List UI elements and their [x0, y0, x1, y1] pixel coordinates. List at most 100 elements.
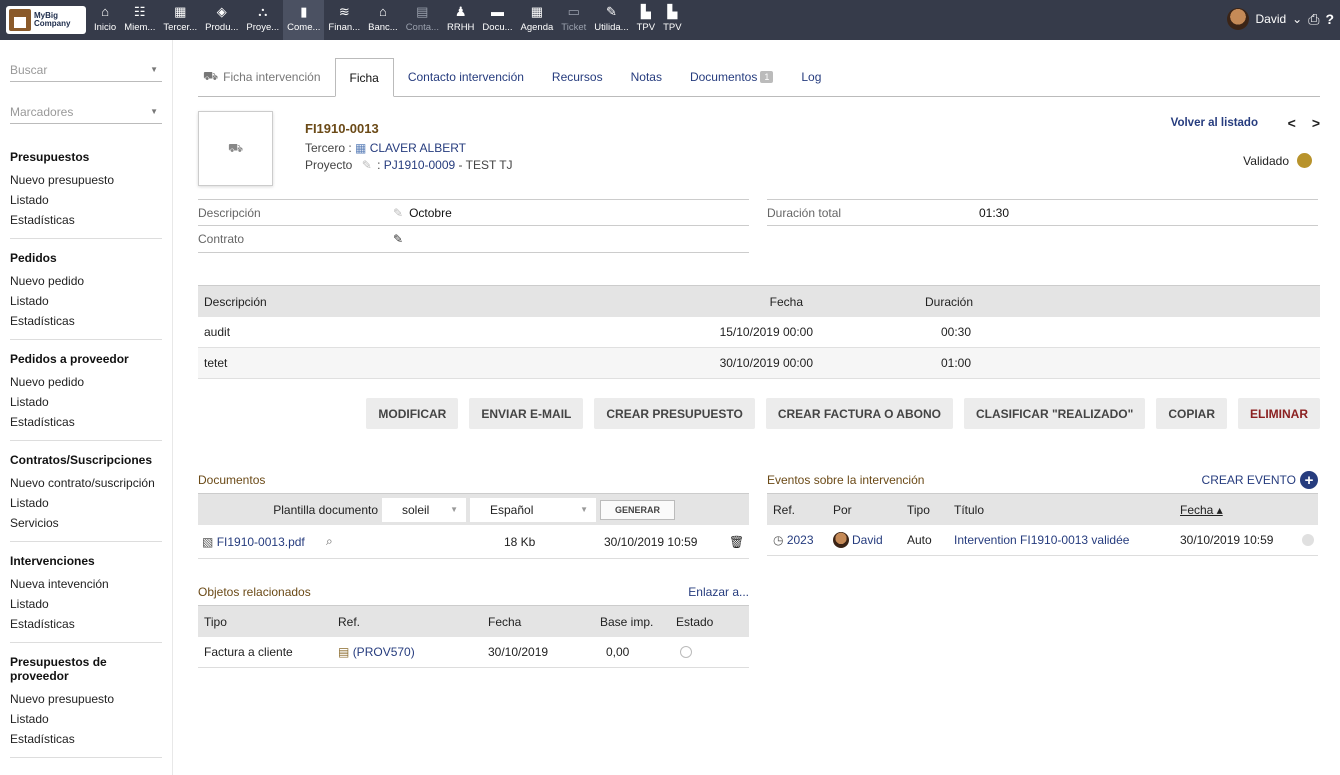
- sidebar-item[interactable]: Estadísticas: [10, 729, 162, 749]
- proyecto-link[interactable]: PJ1910-0009: [384, 158, 455, 172]
- documents-count-badge: 1: [760, 71, 774, 83]
- print-icon[interactable]: ⎙: [1308, 11, 1319, 28]
- tab-recursos[interactable]: Recursos: [538, 58, 617, 96]
- related-objects-title: Objetos relacionados: [198, 585, 311, 599]
- dropdown-arrow-icon: ▼: [580, 505, 588, 514]
- sidebar-item[interactable]: Nuevo pedido: [10, 271, 162, 291]
- create-quote-button[interactable]: CREAR PRESUPUESTO: [594, 398, 755, 429]
- language-select[interactable]: Español ▼: [470, 497, 596, 522]
- field-table: Descripción ✎ Octobre Contrato ✎ Duració…: [198, 199, 1320, 253]
- menu-item-2[interactable]: ▦ Tercer...: [159, 0, 201, 40]
- sidebar-heading[interactable]: Pedidos: [10, 251, 162, 265]
- menu-item-14[interactable]: ▙ TPV: [633, 0, 659, 40]
- sidebar-item[interactable]: Estadísticas: [10, 210, 162, 230]
- menu-item-13[interactable]: ✎ Utilida...: [590, 0, 632, 40]
- tab-documentos[interactable]: Documentos 1: [676, 58, 787, 96]
- table-row: tetet 30/10/2019 00:00 01:00: [198, 348, 1320, 379]
- menu-item-5[interactable]: ▮ Come...: [283, 0, 325, 40]
- help-icon[interactable]: ?: [1325, 11, 1334, 27]
- menu-item-12[interactable]: ▭ Ticket: [557, 0, 590, 40]
- menu-label: Conta...: [405, 22, 439, 33]
- menu-item-6[interactable]: ≋ Finan...: [324, 0, 364, 40]
- copy-button[interactable]: COPIAR: [1156, 398, 1227, 429]
- previous-record-icon[interactable]: <: [1288, 115, 1296, 131]
- sidebar-heading[interactable]: Intervenciones: [10, 554, 162, 568]
- back-to-list-link[interactable]: Volver al listado: [1171, 117, 1258, 129]
- trash-icon[interactable]: 🗑: [729, 535, 744, 549]
- tab-ficha-intervencion[interactable]: ⛟ Ficha intervención: [198, 58, 335, 96]
- sidebar-item[interactable]: Listado: [10, 190, 162, 210]
- sidebar-item[interactable]: Listado: [10, 709, 162, 729]
- tab-contacto[interactable]: Contacto intervención: [394, 58, 538, 96]
- pencil-icon[interactable]: ✎: [393, 206, 403, 220]
- sidebar-item[interactable]: Servicios: [10, 513, 162, 533]
- menu-item-10[interactable]: ▬ Docu...: [478, 0, 516, 40]
- menu-item-15[interactable]: ▙ TPV: [659, 0, 685, 40]
- tab-notas[interactable]: Notas: [617, 58, 676, 96]
- menu-item-4[interactable]: ⛬ Proye...: [242, 0, 283, 40]
- contrato-row: Contrato ✎: [198, 226, 749, 253]
- status-circle-icon: [1302, 534, 1314, 546]
- sidebar-item[interactable]: Nuevo presupuesto: [10, 689, 162, 709]
- sidebar-item[interactable]: Listado: [10, 594, 162, 614]
- sidebar-item[interactable]: Estadísticas: [10, 412, 162, 432]
- menu-item-11[interactable]: ▦ Agenda: [517, 0, 558, 40]
- sidebar-item[interactable]: Estadísticas: [10, 311, 162, 331]
- sidebar-heading[interactable]: Presupuestos de proveedor: [10, 655, 162, 683]
- sidebar-item[interactable]: Listado: [10, 291, 162, 311]
- chevron-down-icon[interactable]: ⌄: [1292, 12, 1302, 26]
- menu-item-1[interactable]: ☷ Miem...: [120, 0, 159, 40]
- event-title-link[interactable]: Intervention FI1910-0013 validée: [954, 533, 1129, 547]
- events-section: Eventos sobre la intervención CREAR EVEN…: [767, 467, 1318, 668]
- sidebar-heading[interactable]: Contratos/Suscripciones: [10, 453, 162, 467]
- pencil-icon[interactable]: ✎: [362, 158, 372, 172]
- tab-log[interactable]: Log: [787, 58, 835, 96]
- generate-button[interactable]: GENERAR: [600, 499, 676, 520]
- add-circle-icon[interactable]: +: [1300, 471, 1318, 489]
- sidebar-item[interactable]: Nuevo presupuesto: [10, 170, 162, 190]
- sort-by-date-link[interactable]: Fecha ▴: [1180, 503, 1223, 517]
- sidebar-item[interactable]: Nuevo contrato/suscripción: [10, 473, 162, 493]
- tab-ficha[interactable]: Ficha: [334, 58, 394, 97]
- send-email-button[interactable]: ENVIAR E-MAIL: [469, 398, 584, 429]
- sidebar-item[interactable]: Listado: [10, 493, 162, 513]
- pencil-icon[interactable]: ✎: [393, 232, 403, 246]
- menu-item-3[interactable]: ◈ Produ...: [201, 0, 242, 40]
- sidebar-heading[interactable]: Presupuestos: [10, 150, 162, 164]
- document-link[interactable]: FI1910-0013.pdf: [217, 535, 305, 549]
- user-avatar: [833, 532, 849, 548]
- events-title: Eventos sobre la intervención: [767, 473, 925, 487]
- menu-item-8[interactable]: ▤ Conta...: [402, 0, 443, 40]
- user-name[interactable]: David: [1255, 12, 1286, 26]
- next-record-icon[interactable]: >: [1312, 115, 1320, 131]
- event-user-link[interactable]: David: [852, 533, 883, 547]
- tercero-link[interactable]: CLAVER ALBERT: [370, 141, 466, 155]
- create-invoice-button[interactable]: CREAR FACTURA O ABONO: [765, 398, 953, 429]
- sidebar-item[interactable]: Nuevo pedido: [10, 372, 162, 392]
- link-to-button[interactable]: Enlazar a...: [688, 585, 749, 599]
- invoice-link[interactable]: (PROV570): [353, 645, 415, 659]
- sidebar-item[interactable]: Nueva intevención: [10, 574, 162, 594]
- delete-button[interactable]: ELIMINAR: [1238, 398, 1320, 429]
- bookmarks-select[interactable]: Marcadores ▼: [10, 100, 162, 124]
- company-logo[interactable]: MyBig Company: [6, 6, 86, 34]
- status-dot-icon: [1297, 153, 1312, 168]
- create-event-button[interactable]: CREAR EVENTO: [1202, 473, 1296, 487]
- classify-done-button[interactable]: CLASIFICAR "REALIZADO": [963, 398, 1146, 429]
- menu-item-0[interactable]: ⌂ Inicio: [90, 0, 120, 40]
- event-ref-link[interactable]: 2023: [787, 533, 814, 547]
- menu-item-7[interactable]: ⌂ Banc...: [364, 0, 402, 40]
- sidebar-item[interactable]: Estadísticas: [10, 614, 162, 634]
- intervention-thumbnail: ⛟: [198, 111, 273, 186]
- sidebar-block: Presupuestos de proveedor Nuevo presupues…: [10, 643, 162, 758]
- preview-icon[interactable]: ⌕: [326, 534, 504, 549]
- sidebar-heading[interactable]: Pedidos a proveedor: [10, 352, 162, 366]
- menu-icon: ⌂: [378, 4, 387, 19]
- sidebar-item[interactable]: Listado: [10, 392, 162, 412]
- template-select[interactable]: soleil ▼: [382, 497, 466, 522]
- search-select[interactable]: Buscar ▼: [10, 58, 162, 82]
- menu-item-9[interactable]: ♟ RRHH: [443, 0, 478, 40]
- modify-button[interactable]: MODIFICAR: [366, 398, 459, 429]
- user-avatar[interactable]: [1227, 8, 1250, 30]
- invoice-icon: ▤: [338, 645, 350, 659]
